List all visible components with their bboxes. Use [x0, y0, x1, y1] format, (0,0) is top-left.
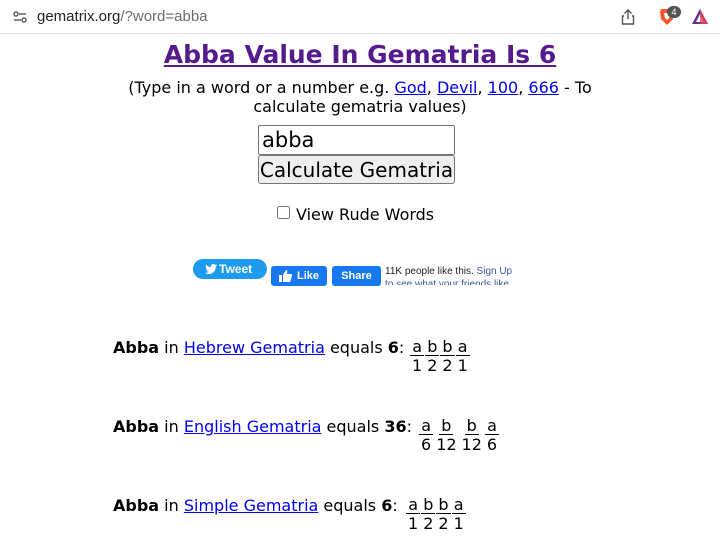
letter: a: [451, 495, 466, 514]
result-hebrew: Abba in Hebrew Gematria equals 6:: [113, 338, 404, 357]
result-english: Abba in English Gematria equals 36:: [113, 417, 412, 436]
simple-gematria-link[interactable]: Simple Gematria: [184, 496, 318, 515]
letter-value: 6: [421, 435, 432, 454]
letter-column: a6: [485, 417, 499, 454]
letter: b: [464, 416, 479, 435]
letter: a: [485, 416, 499, 435]
letter-column: a6: [419, 417, 433, 454]
result-word: Abba: [113, 417, 160, 436]
address-bar: gematrix.org/?word=abba 4: [0, 0, 720, 34]
letter-value: 2: [427, 356, 438, 375]
letter: a: [419, 416, 433, 435]
view-rude-words-checkbox[interactable]: [277, 206, 290, 219]
tweet-label: Tweet: [219, 262, 253, 276]
thumbs-up-icon: [279, 270, 292, 282]
result-word: Abba: [113, 338, 160, 357]
intro-sep: ,: [518, 78, 529, 97]
share-icon[interactable]: [619, 8, 637, 26]
hebrew-gematria-link[interactable]: Hebrew Gematria: [184, 338, 325, 357]
like-label: Like: [297, 270, 320, 282]
letter-value: 2: [438, 514, 449, 533]
english-gematria-link[interactable]: English Gematria: [184, 417, 322, 436]
intro-text: (Type in a word or a number e.g. God, De…: [90, 78, 630, 116]
intro-sep: ,: [477, 78, 488, 97]
letter: b: [439, 416, 454, 435]
letter: b: [440, 337, 455, 356]
letter-value: 6: [486, 435, 498, 454]
letter: b: [421, 495, 436, 514]
letter-breakdown-simple: a1 b2 b2 a1: [406, 496, 467, 533]
result-colon: :: [398, 338, 405, 357]
letter-column: b2: [425, 337, 440, 375]
letter: a: [455, 337, 470, 356]
result-word: Abba: [113, 496, 160, 515]
brave-rewards-icon[interactable]: [690, 7, 710, 27]
letter: b: [425, 337, 440, 356]
likes-count-text: 11K people like this.: [385, 266, 477, 277]
letter-value: 2: [423, 514, 434, 533]
result-simple: Abba in Simple Gematria equals 6:: [113, 496, 398, 515]
page-title[interactable]: Abba Value In Gematria Is 6: [0, 40, 720, 69]
example-link-100[interactable]: 100: [488, 78, 519, 97]
letter-value: 2: [442, 356, 453, 375]
intro-prefix: (Type in a word or a number e.g.: [128, 78, 395, 97]
result-colon: :: [392, 496, 398, 515]
letter: a: [410, 337, 424, 356]
letter: a: [406, 495, 420, 514]
result-equals: equals: [318, 496, 382, 515]
facebook-like-button[interactable]: Like: [271, 266, 327, 286]
example-link-devil[interactable]: Devil: [437, 78, 478, 97]
url-path: /?word=abba: [120, 8, 208, 25]
result-value: 36: [384, 417, 407, 436]
result-colon: :: [406, 417, 413, 436]
letter-column: a1: [451, 495, 466, 533]
url-text[interactable]: gematrix.org/?word=abba: [37, 8, 208, 25]
letter: b: [436, 495, 451, 514]
view-rude-words-label[interactable]: View Rude Words: [296, 205, 434, 224]
letter-value: 1: [408, 514, 419, 533]
result-in: in: [159, 496, 184, 515]
letter-value: 1: [453, 514, 464, 533]
facebook-social-text: 11K people like this. Sign Up to see wha…: [385, 265, 520, 285]
letter-value: 1: [412, 356, 423, 375]
letter-value: 12: [436, 435, 457, 454]
letter-column: b 12: [434, 417, 458, 454]
result-equals: equals: [321, 417, 385, 436]
letter-breakdown-hebrew: a1 b2 b2 a1: [410, 338, 471, 375]
calculate-gematria-button[interactable]: Calculate Gematria: [258, 155, 455, 184]
example-link-666[interactable]: 666: [528, 78, 559, 97]
example-link-god[interactable]: God: [394, 78, 426, 97]
result-equals: equals: [324, 338, 388, 357]
letter-column: a1: [410, 338, 424, 375]
result-value: 6: [381, 496, 393, 515]
letter-column: b2: [436, 495, 451, 533]
letter-column: a1: [406, 496, 420, 533]
letter-column: b2: [421, 495, 436, 533]
letter-column: a1: [455, 337, 470, 375]
letter-value: 1: [457, 356, 468, 375]
result-value: 6: [387, 338, 399, 357]
letter-column: b 12: [460, 417, 484, 454]
site-info-icon[interactable]: [12, 9, 28, 25]
result-in: in: [159, 417, 184, 436]
url-domain: gematrix.org: [37, 8, 121, 25]
facebook-share-button[interactable]: Share: [332, 266, 381, 286]
letter-column: b2: [440, 337, 455, 375]
letter-breakdown-english: a6 b 12 b 12 a6: [419, 417, 500, 454]
word-input[interactable]: [258, 125, 455, 155]
intro-sep: ,: [426, 78, 437, 97]
tweet-button[interactable]: Tweet: [193, 259, 267, 279]
letter-value: 12: [461, 435, 482, 454]
brave-shields-count: 4: [667, 6, 681, 18]
result-in: in: [159, 338, 184, 357]
twitter-bird-icon: [205, 264, 217, 274]
